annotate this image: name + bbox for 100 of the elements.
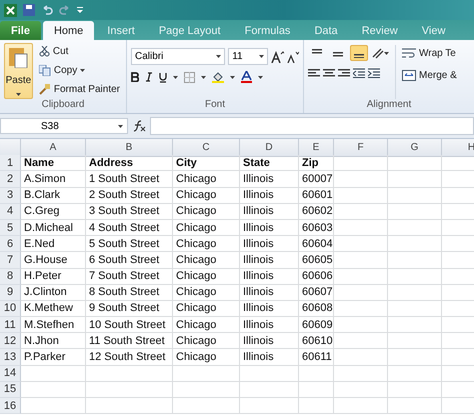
ribbon-tab[interactable]: Home [42,21,94,40]
formula-field[interactable] [150,117,474,135]
row-header[interactable]: 15 [0,382,21,398]
row-header[interactable]: 5 [0,220,21,236]
paste-button[interactable]: Paste [4,43,33,99]
wrap-text-icon [402,48,416,58]
empty-cell [388,188,442,204]
column-header[interactable]: A [21,139,86,157]
merge-cells-icon [402,70,416,80]
table-cell: Chicago [173,236,240,252]
merge-button[interactable]: Merge & [400,67,459,83]
copy-button[interactable]: Copy [36,62,122,78]
name-box[interactable]: S38 [0,118,128,134]
table-cell: 60610 [299,333,334,350]
table-cell: Illinois [240,284,299,301]
shrink-font-icon[interactable] [287,50,299,62]
row-header[interactable]: 13 [0,349,21,366]
align-icon [323,68,335,78]
column-header[interactable]: B [86,139,173,157]
table-cell: A.Simon [21,171,86,188]
underline-icon[interactable] [159,72,167,82]
row-header[interactable]: 11 [0,317,21,334]
row-header[interactable]: 8 [0,268,21,285]
row-header[interactable]: 6 [0,236,21,252]
empty-cell [334,284,388,301]
row-header[interactable]: 14 [0,366,21,382]
empty-cell [173,398,240,414]
column-header[interactable]: E [299,139,334,157]
empty-cell [334,155,388,172]
save-icon[interactable] [23,4,35,16]
font-name-field[interactable]: Calibri [131,48,226,65]
table-cell: Zip [299,155,334,172]
table-cell: 1 South Street [86,171,173,188]
spreadsheet-logo-icon[interactable] [4,4,17,16]
function-icon[interactable] [132,120,146,132]
row-header[interactable]: 4 [0,204,21,220]
undo-icon[interactable] [41,5,53,15]
table-cell: 5 South Street [86,236,173,252]
font-color-icon[interactable] [241,71,252,83]
table-cell: Illinois [240,300,299,318]
empty-cell [334,300,388,318]
column-header[interactable]: D [240,139,299,157]
table-cell: Chicago [173,317,240,334]
empty-cell [388,398,442,414]
cut-button[interactable]: Cut [36,43,122,59]
empty-cell [388,349,442,366]
table-cell: D.Micheal [21,220,86,236]
scissors-icon [38,46,50,56]
row-header[interactable]: 1 [0,155,21,172]
table-cell: 10 South Street [86,317,173,334]
column-header[interactable]: F [334,139,388,157]
empty-cell [299,366,334,382]
empty-cell [334,398,388,414]
empty-cell [388,317,442,334]
table-cell: 60608 [299,300,334,318]
customize-toolbar-icon[interactable] [77,6,83,14]
column-header[interactable]: C [173,139,240,157]
vertical-align-button[interactable] [350,45,368,61]
column-header[interactable]: H [442,139,474,157]
caret-icon [16,93,21,96]
table-cell: Chicago [173,300,240,318]
row-header[interactable]: 9 [0,284,21,301]
caret-icon [258,55,264,58]
italic-icon[interactable] [145,72,153,82]
borders-icon[interactable] [184,72,195,82]
empty-cell [388,366,442,382]
row-header[interactable]: 3 [0,188,21,204]
table-cell: B.Clark [21,188,86,204]
grow-font-icon[interactable] [270,50,284,62]
row-header[interactable]: 7 [0,252,21,268]
empty-cell [334,317,388,334]
increase-indent-icon[interactable] [368,68,380,78]
empty-cell [173,366,240,382]
caret-icon [201,76,206,78]
wrap-text-button[interactable]: Wrap Te [400,45,459,61]
file-menu-button[interactable]: File [0,21,41,40]
empty-cell [388,220,442,236]
table-cell: 7 South Street [86,268,173,285]
table-cell: Illinois [240,220,299,236]
row-header[interactable]: 16 [0,398,21,414]
font-size-field[interactable]: 11 [228,48,268,65]
empty-cell [388,236,442,252]
bold-icon[interactable] [131,72,139,82]
caret-icon [80,68,86,72]
fill-color-icon[interactable] [212,71,224,83]
row-header[interactable]: 2 [0,171,21,188]
caret-icon [258,76,263,78]
row-header[interactable]: 12 [0,333,21,350]
decrease-indent-icon[interactable] [353,68,365,78]
empty-cell [299,382,334,398]
row-header[interactable]: 10 [0,300,21,318]
text-orientation-icon[interactable] [371,47,389,59]
table-cell: 8 South Street [86,284,173,301]
empty-cell [334,252,388,268]
format-painter-button[interactable]: Format Painter [36,81,122,97]
empty-cell [334,236,388,252]
empty-cell [334,366,388,382]
table-cell: Chicago [173,220,240,236]
empty-cell [388,252,442,268]
column-header[interactable]: G [388,139,442,157]
